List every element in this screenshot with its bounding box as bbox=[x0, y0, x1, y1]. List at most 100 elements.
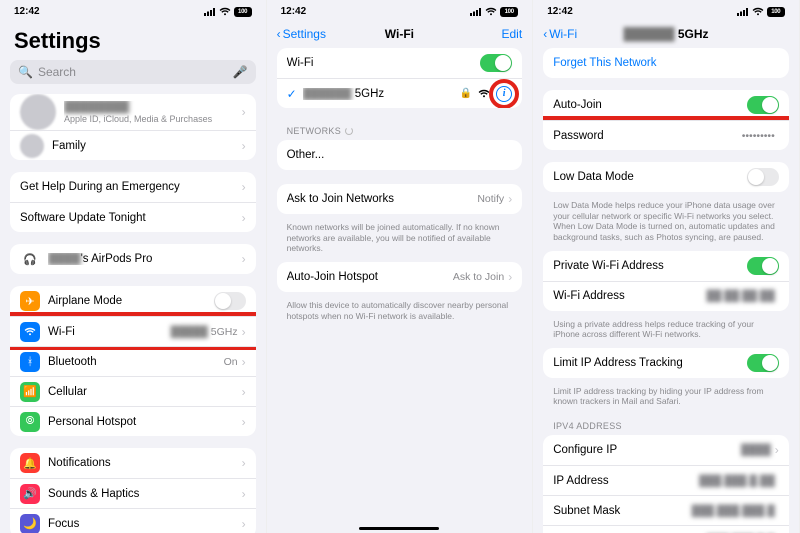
status-indicators: 100 bbox=[737, 7, 785, 17]
chevron-right-icon: › bbox=[242, 385, 246, 399]
private-address-toggle[interactable] bbox=[747, 257, 779, 275]
private-addr-group: Private Wi-Fi Address Wi-Fi Address ██:█… bbox=[543, 251, 789, 311]
wifi-row[interactable]: Wi-Fi █████ 5GHz › bbox=[10, 316, 256, 346]
cellular-row[interactable]: 📶 Cellular › bbox=[10, 376, 256, 406]
alerts-group: Get Help During an Emergency› Software U… bbox=[10, 172, 256, 232]
hotspot-row[interactable]: ⦾ Personal Hotspot › bbox=[10, 406, 256, 436]
status-indicators: 100 bbox=[204, 7, 252, 17]
software-update-row[interactable]: Software Update Tonight› bbox=[10, 202, 256, 232]
home-indicator[interactable] bbox=[359, 527, 439, 530]
battery-icon: 100 bbox=[234, 7, 252, 17]
password-row[interactable]: Password ••••••••• bbox=[543, 120, 789, 150]
screen-wifi: 12:42 100 ‹Settings Wi-Fi Edit Wi-Fi ✓ █… bbox=[267, 0, 534, 533]
avatar bbox=[20, 94, 56, 130]
chevron-right-icon: › bbox=[508, 270, 512, 284]
chevron-right-icon: › bbox=[242, 487, 246, 501]
limit-tracking-row[interactable]: Limit IP Address Tracking bbox=[543, 348, 789, 378]
chevron-left-icon: ‹ bbox=[277, 27, 281, 41]
limit-tracking-footer: Limit IP address tracking by hiding your… bbox=[541, 382, 791, 415]
status-bar: 12:42 100 bbox=[0, 0, 266, 20]
chevron-right-icon: › bbox=[242, 415, 246, 429]
private-address-footer: Using a private address helps reduce tra… bbox=[541, 315, 791, 348]
account-sub: Apple ID, iCloud, Media & Purchases bbox=[64, 114, 242, 124]
notifications-row[interactable]: 🔔 Notifications › bbox=[10, 448, 256, 478]
moon-icon: 🌙 bbox=[20, 514, 40, 533]
lowdata-group: Low Data Mode bbox=[543, 162, 789, 192]
ip-address-row[interactable]: IP Address ███.███.█.██ bbox=[543, 465, 789, 495]
cellular-icon: 📶 bbox=[20, 382, 40, 402]
chevron-right-icon: › bbox=[242, 105, 246, 119]
low-data-row[interactable]: Low Data Mode bbox=[543, 162, 789, 192]
cellular-icon bbox=[470, 8, 482, 16]
info-icon[interactable]: i bbox=[496, 86, 512, 102]
networks-group: Other... bbox=[277, 140, 523, 170]
forget-network-button[interactable]: Forget This Network bbox=[543, 48, 789, 78]
family-row[interactable]: Family › bbox=[10, 130, 256, 160]
subnet-mask-row[interactable]: Subnet Mask ███.███.███.█ bbox=[543, 495, 789, 525]
chevron-right-icon: › bbox=[775, 443, 779, 457]
airpods-group: 🎧 ████'s AirPods Pro › bbox=[10, 244, 256, 274]
auto-hotspot-footer: Allow this device to automatically disco… bbox=[275, 296, 525, 329]
network-detail-content: Forget This Network Auto-Join Password •… bbox=[533, 48, 799, 533]
chevron-right-icon: › bbox=[242, 325, 246, 339]
wifi-address-row[interactable]: Wi-Fi Address ██:██:██:██ bbox=[543, 281, 789, 311]
ipv4-group: Configure IP ████ › IP Address ███.███.█… bbox=[543, 435, 789, 533]
wifi-toggle[interactable] bbox=[480, 54, 512, 72]
back-button[interactable]: ‹Wi-Fi bbox=[543, 27, 577, 41]
general-group: 🔔 Notifications › 🔊 Sounds & Haptics › 🌙… bbox=[10, 448, 256, 533]
emergency-help-row[interactable]: Get Help During an Emergency› bbox=[10, 172, 256, 202]
cellular-icon bbox=[204, 8, 216, 16]
airpods-row[interactable]: 🎧 ████'s AirPods Pro › bbox=[10, 244, 256, 274]
sounds-row[interactable]: 🔊 Sounds & Haptics › bbox=[10, 478, 256, 508]
focus-row[interactable]: 🌙 Focus › bbox=[10, 508, 256, 533]
router-row[interactable]: Router ███.███.█.█ bbox=[543, 525, 789, 533]
settings-content: Settings 🔍Search 🎤 ████████ Apple ID, iC… bbox=[0, 20, 266, 533]
status-bar: 12:42 100 bbox=[533, 0, 799, 20]
auto-hotspot-row[interactable]: Auto-Join Hotspot Ask to Join › bbox=[277, 262, 523, 292]
chevron-right-icon: › bbox=[242, 252, 246, 266]
chevron-right-icon: › bbox=[242, 517, 246, 531]
private-address-row[interactable]: Private Wi-Fi Address bbox=[543, 251, 789, 281]
airpods-icon: 🎧 bbox=[20, 249, 40, 269]
limit-tracking-toggle[interactable] bbox=[747, 354, 779, 372]
status-time: 12:42 bbox=[14, 6, 40, 17]
ask-join-group: Ask to Join Networks Notify › bbox=[277, 184, 523, 214]
mic-icon[interactable]: 🎤 bbox=[233, 65, 248, 79]
account-name: ████████ bbox=[64, 101, 242, 113]
networks-header: NETWORKS bbox=[275, 120, 525, 140]
ipv4-header: IPV4 ADDRESS bbox=[541, 415, 791, 435]
wifi-toggle-row[interactable]: Wi-Fi bbox=[277, 48, 523, 78]
bluetooth-row[interactable]: ᚼ Bluetooth On › bbox=[10, 346, 256, 376]
configure-ip-row[interactable]: Configure IP ████ › bbox=[543, 435, 789, 465]
signal-icon bbox=[478, 89, 490, 98]
auto-join-toggle[interactable] bbox=[747, 96, 779, 114]
screen-settings: 12:42 100 Settings 🔍Search 🎤 ████████ Ap… bbox=[0, 0, 267, 533]
ask-join-row[interactable]: Ask to Join Networks Notify › bbox=[277, 184, 523, 214]
wifi-icon bbox=[219, 7, 231, 16]
auto-join-row[interactable]: Auto-Join bbox=[543, 90, 789, 120]
airplane-icon: ✈︎ bbox=[20, 291, 40, 311]
other-network-row[interactable]: Other... bbox=[277, 140, 523, 170]
chevron-right-icon: › bbox=[242, 456, 246, 470]
bell-icon: 🔔 bbox=[20, 453, 40, 473]
status-indicators: 100 bbox=[470, 7, 518, 17]
spinner-icon bbox=[345, 127, 353, 135]
search-field[interactable]: 🔍Search 🎤 bbox=[10, 60, 256, 84]
wifi-content: Wi-Fi ✓ ██████ 5GHz 🔒 i NETWORKS Other..… bbox=[267, 48, 533, 525]
status-time: 12:42 bbox=[281, 6, 307, 17]
connected-network-row[interactable]: ✓ ██████ 5GHz 🔒 i bbox=[277, 78, 523, 108]
low-data-toggle[interactable] bbox=[747, 168, 779, 186]
wifi-address-value: ██:██:██:██ bbox=[707, 290, 775, 302]
back-button[interactable]: ‹Settings bbox=[277, 27, 326, 41]
airplane-toggle[interactable] bbox=[214, 292, 246, 310]
wifi-icon bbox=[752, 7, 764, 16]
chevron-right-icon: › bbox=[508, 192, 512, 206]
connectivity-group: ✈︎ Airplane Mode Wi-Fi █████ 5GHz › ᚼ Bl… bbox=[10, 286, 256, 436]
apple-id-row[interactable]: ████████ Apple ID, iCloud, Media & Purch… bbox=[10, 94, 256, 130]
chevron-right-icon: › bbox=[242, 139, 246, 153]
status-time: 12:42 bbox=[547, 6, 573, 17]
nav-bar: ‹Wi-Fi ██████ 5GHz bbox=[533, 20, 799, 48]
edit-button[interactable]: Edit bbox=[502, 27, 523, 41]
airplane-mode-row[interactable]: ✈︎ Airplane Mode bbox=[10, 286, 256, 316]
checkmark-icon: ✓ bbox=[287, 87, 297, 101]
